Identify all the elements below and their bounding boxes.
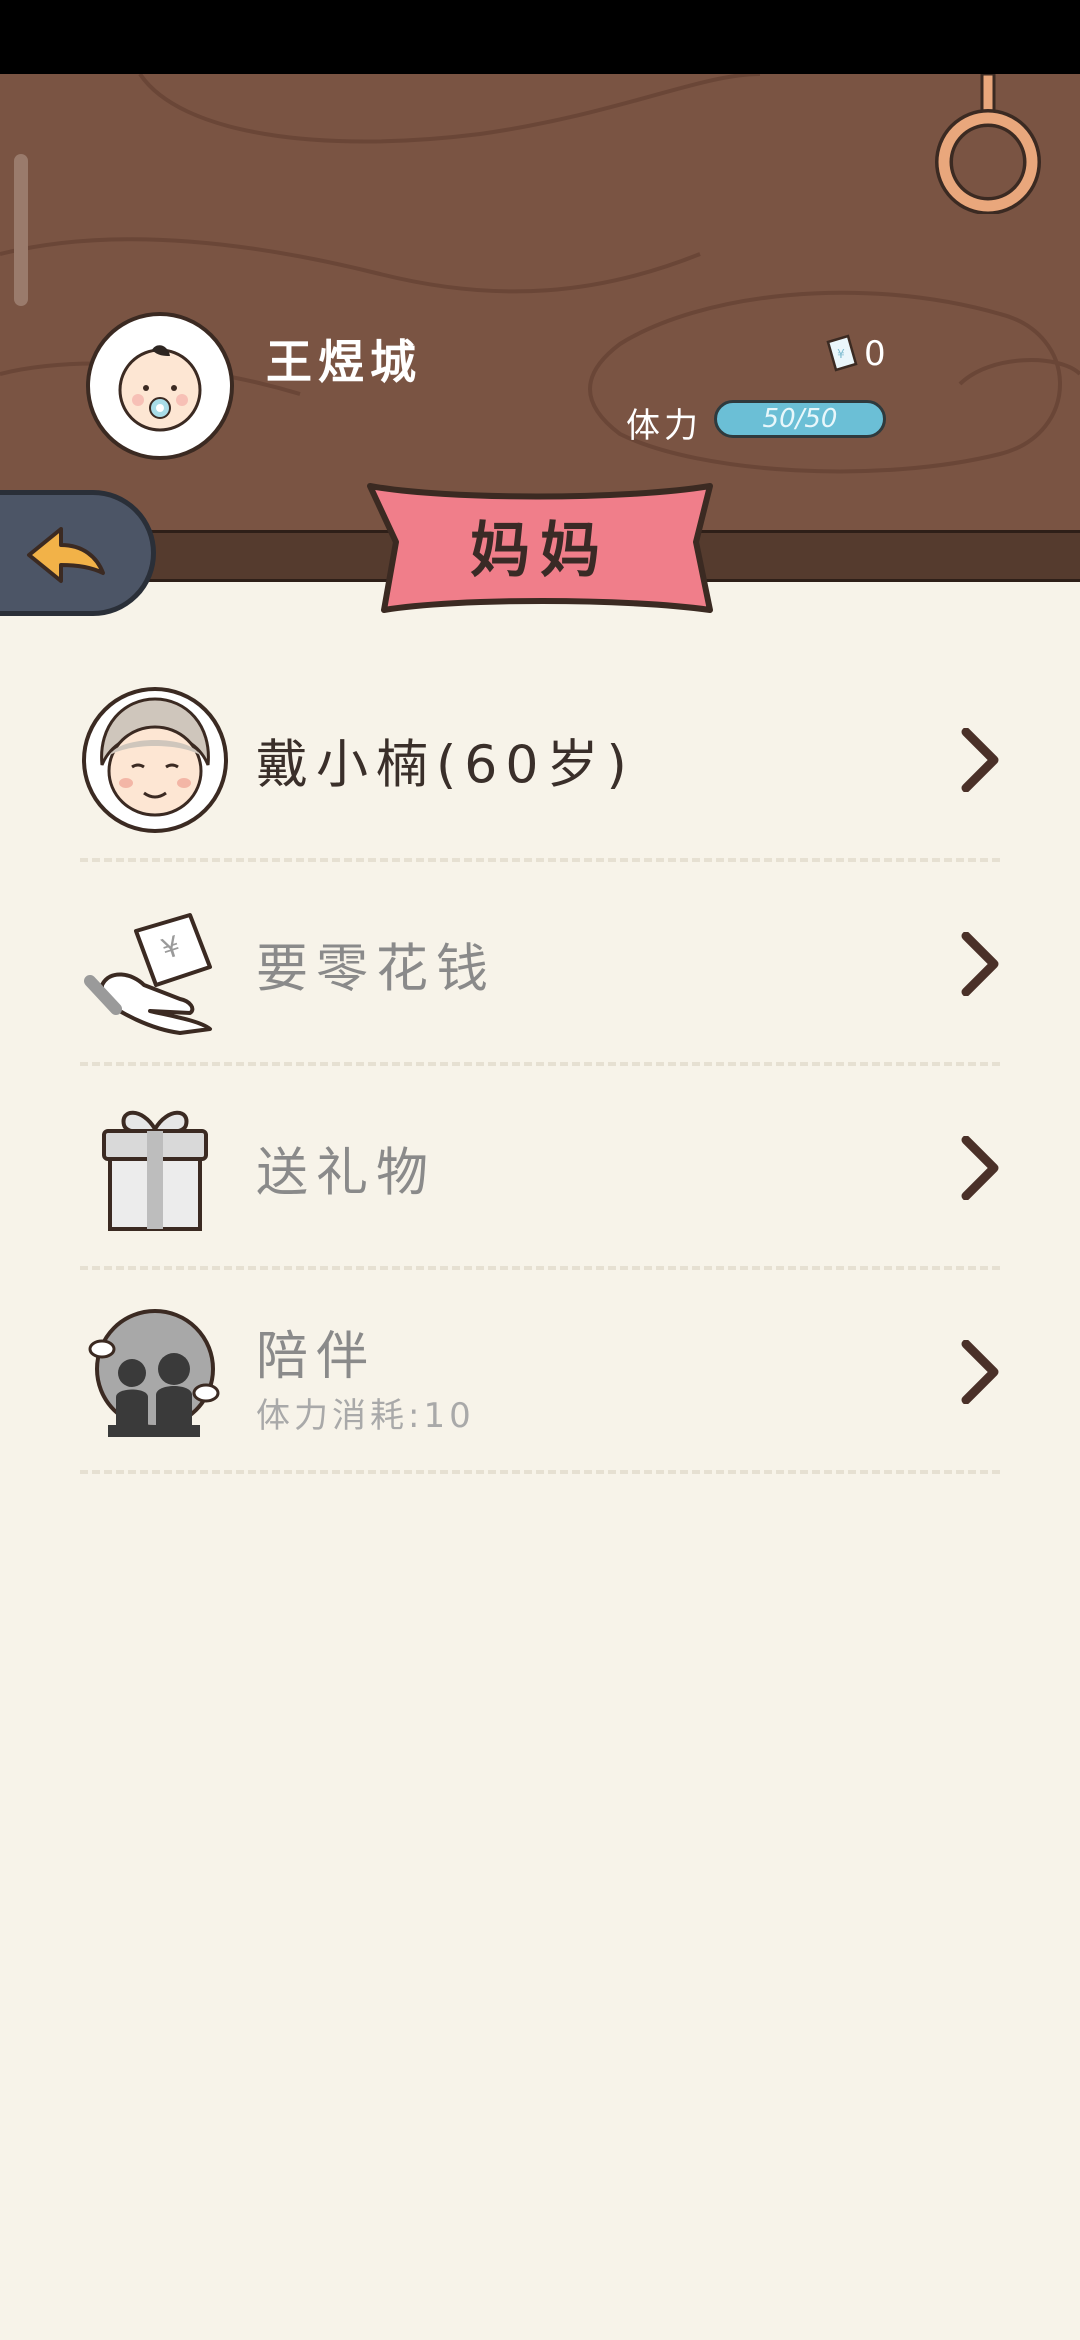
status-bar (0, 0, 1080, 74)
money-display: ¥ 0 (824, 334, 886, 374)
svg-text:¥: ¥ (837, 347, 845, 361)
page-title: 妈妈 (470, 516, 610, 586)
mother-name-label: 戴小楠(60岁) (256, 735, 635, 796)
hanging-ring-icon (935, 74, 1041, 214)
money-hand-icon: ¥ (84, 913, 212, 1035)
scroll-indicator (14, 154, 28, 306)
wood-grain (0, 74, 1080, 474)
baby-face-icon (118, 345, 202, 432)
give-gift-label: 送礼物 (256, 1143, 437, 1204)
player-name: 王煜城 (266, 335, 422, 389)
chevron-right-icon (961, 1340, 999, 1404)
companion-icon (88, 1309, 220, 1437)
money-value: 0 (864, 334, 886, 374)
ask-pocket-money-label: 要零花钱 (256, 939, 497, 1000)
stamina-label: 体力 (626, 406, 702, 446)
player-avatar[interactable] (86, 312, 234, 460)
divider (80, 1470, 1000, 1474)
list-item-companionship[interactable]: 陪伴 体力消耗:10 (80, 1270, 1000, 1474)
chevron-right-icon (961, 1136, 999, 1200)
list-item-give-gift[interactable]: 送礼物 (80, 1066, 1000, 1270)
header-panel (0, 74, 1080, 532)
stamina-value: 50/50 (762, 404, 838, 434)
banknote-icon: ¥ (826, 334, 858, 372)
list-item-mother-profile[interactable]: 戴小楠(60岁) (80, 658, 1000, 862)
grandma-avatar-icon (82, 687, 228, 833)
chevron-right-icon (961, 728, 999, 792)
back-button[interactable] (0, 490, 156, 616)
list-item-ask-pocket-money[interactable]: ¥ 要零花钱 (80, 862, 1000, 1066)
stamina-bar: 50/50 (714, 400, 886, 438)
stamina-cost-label: 体力消耗:10 (256, 1396, 475, 1436)
back-arrow-icon (27, 527, 105, 583)
chevron-right-icon (961, 932, 999, 996)
gift-icon (102, 1110, 208, 1231)
companionship-label: 陪伴 (256, 1327, 377, 1387)
